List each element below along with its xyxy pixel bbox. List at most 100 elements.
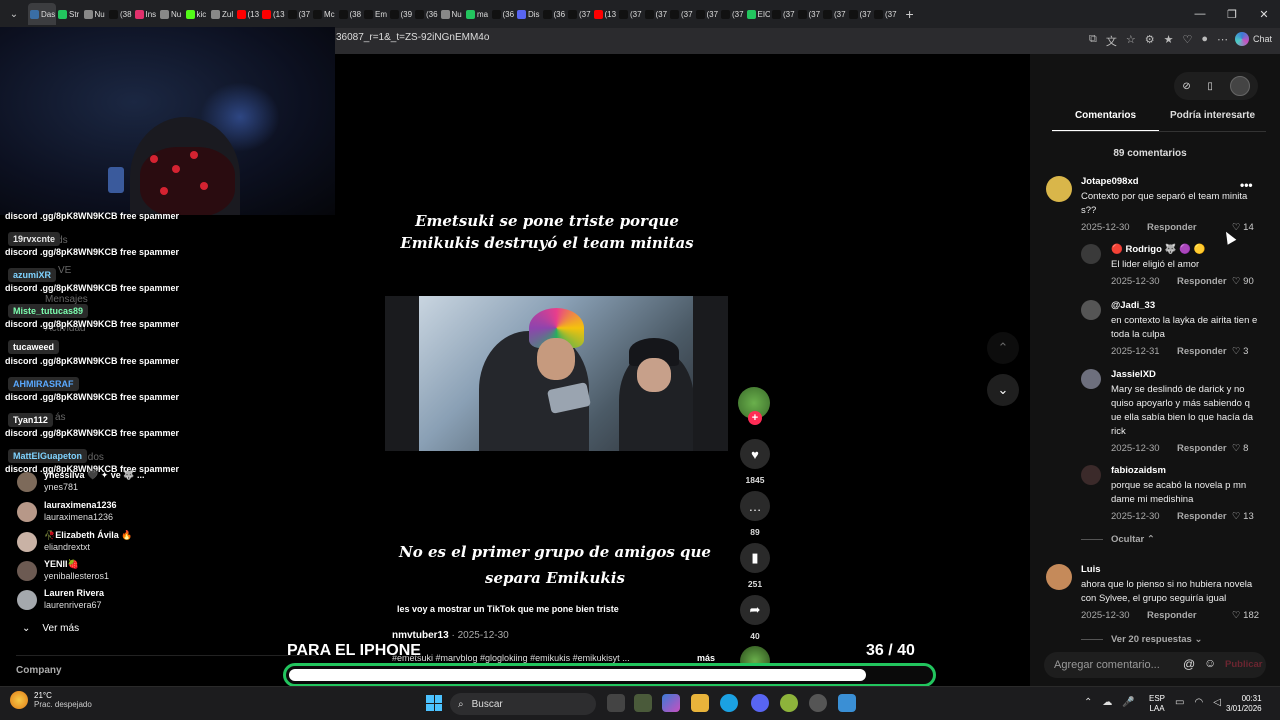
browser-tab[interactable]: Nu: [439, 3, 465, 25]
comment-like[interactable]: ♡ 182: [1232, 610, 1259, 621]
restore-icon[interactable]: ❐: [1216, 0, 1248, 28]
favorite-star-icon[interactable]: ☆: [1126, 33, 1136, 49]
windows-start-icon[interactable]: [426, 695, 442, 711]
avatar[interactable]: [1081, 369, 1101, 389]
browser-tab[interactable]: (37: [643, 3, 669, 25]
translate-icon[interactable]: 文: [1106, 33, 1117, 49]
app-icon[interactable]: [838, 694, 856, 712]
browser-tab[interactable]: (37: [847, 3, 873, 25]
more-button[interactable]: más: [697, 653, 715, 663]
browser-tab[interactable]: (36: [490, 3, 516, 25]
comment-input[interactable]: [1054, 657, 1184, 673]
reply-button[interactable]: Responder: [1177, 443, 1227, 454]
next-video-button[interactable]: ⌄: [987, 374, 1019, 406]
wifi-icon[interactable]: ◠: [1194, 697, 1203, 708]
avatar[interactable]: [1081, 244, 1101, 264]
comment-icon[interactable]: …: [740, 491, 770, 521]
see-more-button[interactable]: ⌄ Ver más: [22, 623, 79, 634]
cloud-icon[interactable]: ☁: [1102, 697, 1112, 708]
comment-user[interactable]: JassielXD: [1111, 369, 1156, 380]
edge-icon[interactable]: [720, 694, 738, 712]
publish-button[interactable]: Publicar: [1225, 659, 1263, 670]
browser-tab[interactable]: (38: [337, 3, 363, 25]
comment-user[interactable]: 🔴 Rodrigo 🐺 🟣 🟡: [1111, 244, 1205, 255]
copilot-app-icon[interactable]: [662, 694, 680, 712]
company-link[interactable]: Company: [16, 665, 62, 676]
compass-icon[interactable]: ⊘: [1182, 81, 1190, 92]
comment-like[interactable]: ♡ 90: [1232, 276, 1254, 287]
copilot-chat-button[interactable]: Chat: [1234, 32, 1272, 46]
browser-tab[interactable]: Em: [362, 3, 388, 25]
browser-tab[interactable]: Str: [56, 3, 82, 25]
browser-tab[interactable]: EIC: [745, 3, 770, 25]
comment-user[interactable]: Jotape098xd: [1081, 176, 1139, 187]
author-name[interactable]: nmvtuber13: [392, 630, 449, 641]
monitor-icon[interactable]: ▭: [1175, 697, 1184, 708]
comment-user[interactable]: Luis: [1081, 564, 1101, 575]
store-icon[interactable]: [634, 694, 652, 712]
file-explorer-icon[interactable]: [691, 694, 709, 712]
browser-tab[interactable]: Das: [28, 3, 56, 25]
follow-plus-icon[interactable]: +: [748, 411, 762, 425]
reply-button[interactable]: Responder: [1177, 276, 1227, 287]
share-icon[interactable]: ➦: [740, 595, 770, 625]
following-item[interactable]: lauraximena1236 lauraximena1236: [17, 500, 317, 526]
volume-icon[interactable]: ◁: [1213, 697, 1221, 708]
browser-tab[interactable]: Zul: [209, 3, 235, 25]
reply-button[interactable]: Responder: [1177, 346, 1227, 357]
browser-tab[interactable]: (37: [872, 3, 898, 25]
avatar[interactable]: [1081, 300, 1101, 320]
app-icon[interactable]: [780, 694, 798, 712]
avatar[interactable]: [1046, 176, 1072, 202]
hashtags[interactable]: #emetsuki #marvblog #gloglokiing #emikuk…: [392, 653, 717, 663]
browser-tab[interactable]: Mc: [311, 3, 337, 25]
following-item[interactable]: YENII🍓 yeniballesteros1: [17, 559, 317, 585]
browser-tab[interactable]: (13: [235, 3, 261, 25]
browser-tab[interactable]: (37: [668, 3, 694, 25]
favorites-icon[interactable]: ★: [1164, 33, 1174, 49]
browser-tab[interactable]: (37: [719, 3, 745, 25]
url-field[interactable]: 36087_r=1&_t=ZS-92iNGnEMM4o: [336, 32, 489, 43]
browser-tab[interactable]: (37: [770, 3, 796, 25]
reply-button[interactable]: Responder: [1147, 222, 1197, 233]
tab-suggestions[interactable]: Podría interesarte: [1159, 110, 1266, 132]
emoji-icon[interactable]: ☺: [1204, 656, 1216, 670]
heart-rate-icon[interactable]: ♡: [1182, 33, 1192, 49]
task-view-icon[interactable]: [607, 694, 625, 712]
following-item[interactable]: Lauren Rivera laurenrivera67: [17, 588, 317, 614]
mention-icon[interactable]: @: [1183, 657, 1195, 671]
like-action[interactable]: ♥ 1845: [738, 439, 772, 485]
bookmark-icon[interactable]: ▮: [740, 543, 770, 573]
weather-widget[interactable]: 21°C Prac. despejado: [10, 691, 92, 709]
user-avatar[interactable]: [1229, 76, 1250, 96]
close-window-icon[interactable]: ✕: [1248, 0, 1280, 28]
open-in-app-icon[interactable]: ⧉: [1089, 33, 1097, 49]
chevron-up-icon[interactable]: ⌃: [1084, 697, 1092, 708]
browser-tab[interactable]: (13: [260, 3, 286, 25]
browser-tab[interactable]: (37: [286, 3, 312, 25]
tab-comments[interactable]: Comentarios: [1052, 110, 1159, 132]
new-tab-button[interactable]: +: [898, 6, 922, 22]
more-menu-icon[interactable]: ⋯: [1217, 33, 1228, 49]
previous-video-button[interactable]: ⌃: [987, 332, 1019, 364]
following-item[interactable]: yhessilva 🖤 ✦ ve 🐺 ... ynes781: [17, 470, 317, 496]
comment-like[interactable]: ♡ 13: [1232, 511, 1254, 522]
comment-action[interactable]: … 89: [738, 491, 772, 537]
microphone-icon[interactable]: 🎤: [1122, 697, 1134, 708]
browser-tab[interactable]: (38: [107, 3, 133, 25]
browser-tab[interactable]: (37: [796, 3, 822, 25]
comment-like[interactable]: ♡ 14: [1232, 222, 1254, 233]
minimize-icon[interactable]: —: [1184, 0, 1216, 28]
save-action[interactable]: ▮ 251: [738, 543, 772, 589]
browser-tab[interactable]: Dis: [515, 3, 541, 25]
browser-tab[interactable]: Ins: [133, 3, 159, 25]
profile-icon[interactable]: ●: [1201, 33, 1208, 49]
browser-tab[interactable]: kic: [184, 3, 210, 25]
browser-tab[interactable]: (36: [541, 3, 567, 25]
browser-tab[interactable]: ma: [464, 3, 490, 25]
browser-tab[interactable]: Nu: [82, 3, 108, 25]
comment-like[interactable]: ♡ 8: [1232, 443, 1248, 454]
browser-tab[interactable]: (39: [388, 3, 414, 25]
obs-icon[interactable]: [809, 694, 827, 712]
browser-tab[interactable]: (36: [413, 3, 439, 25]
